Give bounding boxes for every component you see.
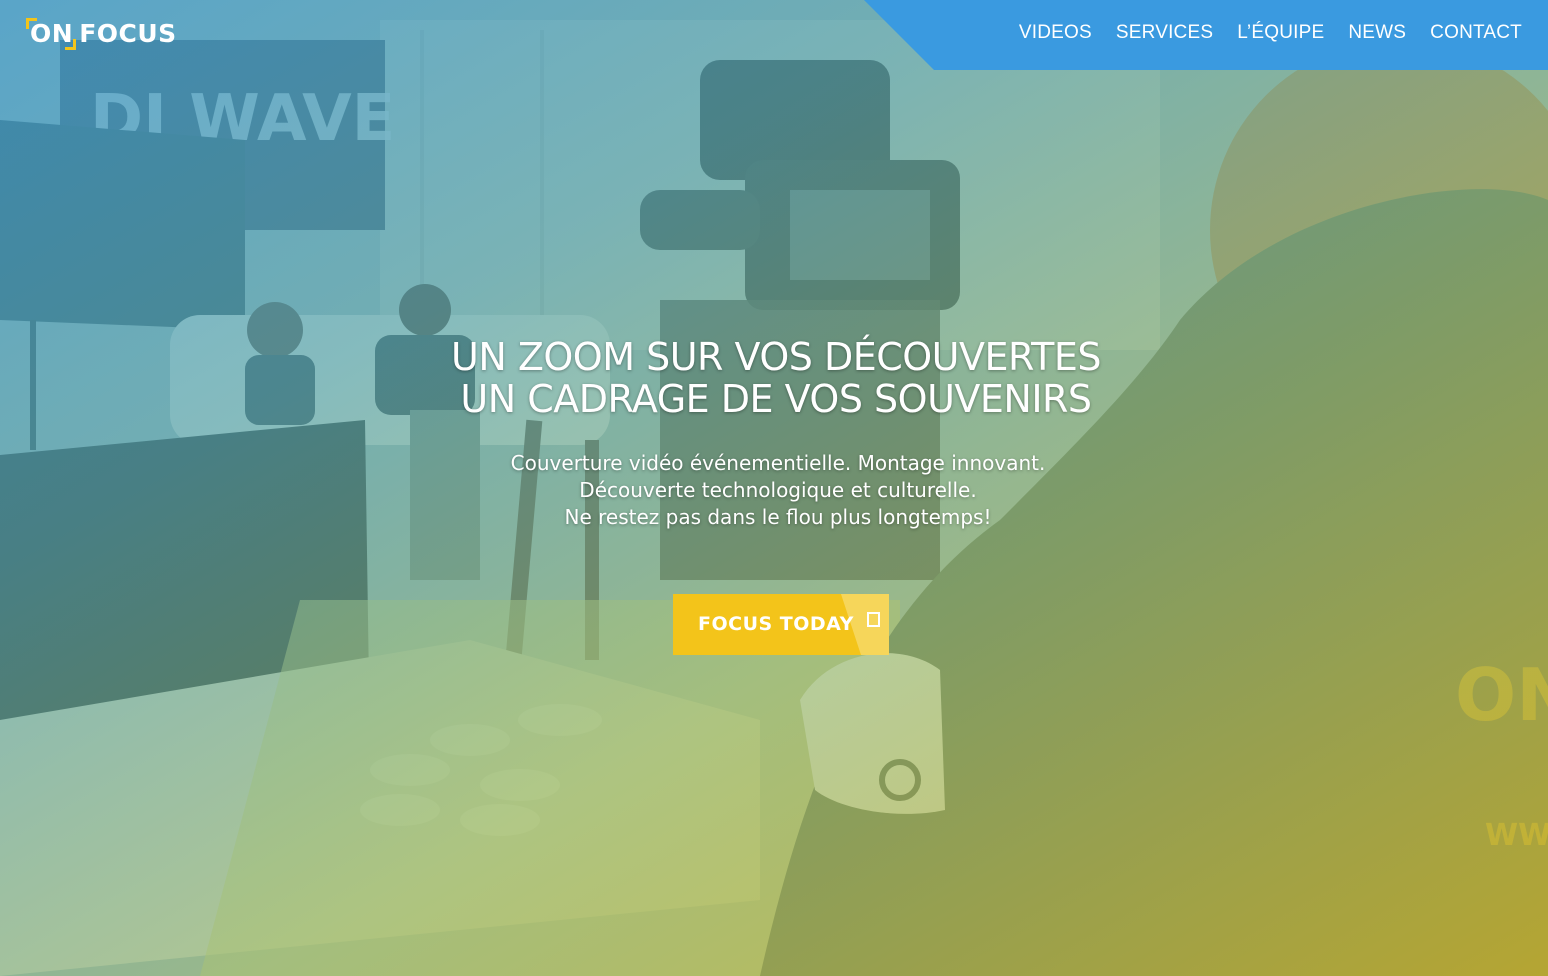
main-navigation: VIDEOS SERVICES L’ÉQUIPE NEWS CONTACT <box>864 0 1548 70</box>
hero-description-line: Ne restez pas dans le flou plus longtemp… <box>564 505 992 529</box>
square-outline-icon <box>867 612 880 627</box>
hero-section: DI WAVE ON <box>0 0 1548 976</box>
cta-label: FOCUS TODAY <box>698 613 854 635</box>
logo-text-focus: FOCUS <box>79 18 177 48</box>
logo-corner-mark <box>65 39 76 50</box>
logo-corner-mark <box>26 18 37 29</box>
nav-link-services[interactable]: SERVICES <box>1116 22 1213 44</box>
hero-headline-line: UN CADRAGE DE VOS SOUVENIRS <box>460 377 1092 421</box>
nav-link-contact[interactable]: CONTACT <box>1430 22 1522 44</box>
hero-description: Couverture vidéo événementielle. Montage… <box>0 450 1548 531</box>
site-logo[interactable]: ON FOCUS <box>26 16 177 50</box>
focus-today-button[interactable]: FOCUS TODAY <box>673 594 889 655</box>
hero-description-line: Couverture vidéo événementielle. Montage… <box>510 451 1046 475</box>
nav-link-videos[interactable]: VIDEOS <box>1019 22 1092 44</box>
nav-link-news[interactable]: NEWS <box>1348 22 1406 44</box>
hero-headline: UN ZOOM SUR VOS DÉCOUVERTES UN CADRAGE D… <box>0 336 1548 420</box>
nav-links: VIDEOS SERVICES L’ÉQUIPE NEWS CONTACT <box>1019 0 1522 66</box>
hero-headline-line: UN ZOOM SUR VOS DÉCOUVERTES <box>451 335 1101 379</box>
nav-link-equipe[interactable]: L’ÉQUIPE <box>1237 22 1324 44</box>
hero-description-line: Découverte technologique et culturelle. <box>579 478 977 502</box>
